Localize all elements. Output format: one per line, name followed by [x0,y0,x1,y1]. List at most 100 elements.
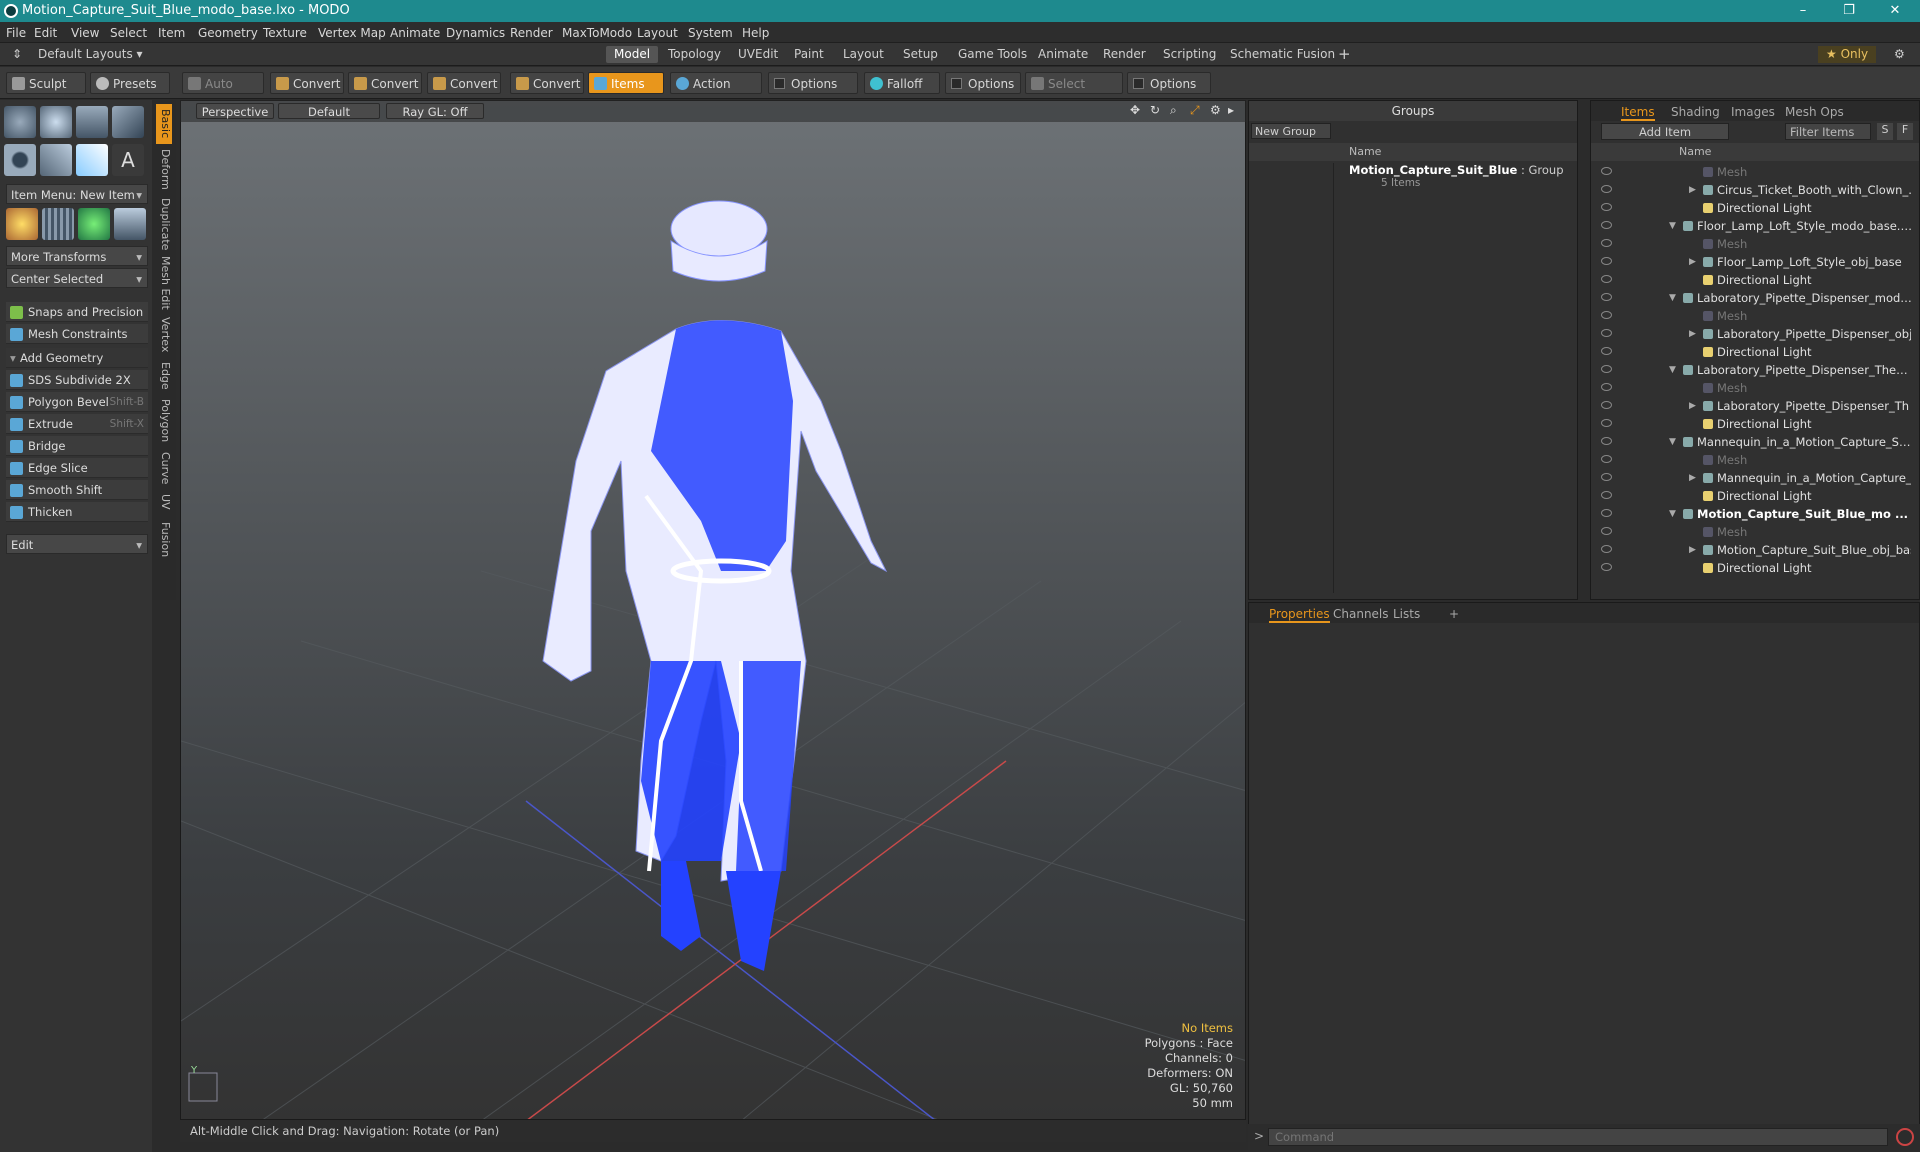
item-tree-row[interactable]: ▼ Mannequin_in_a_Motion_Capture_Su... [1591,433,1911,451]
item-tree-row[interactable]: Mesh [1591,523,1911,541]
menu-layout[interactable]: Layout [637,26,678,40]
visibility-eye-icon[interactable] [1601,401,1612,409]
transform-tool-icon[interactable] [6,208,38,240]
add-properties-tab[interactable]: + [1449,605,1459,623]
smooth-shift-button[interactable]: Smooth Shift [6,480,148,500]
item-tree-row[interactable]: ▼ Laboratory_Pipette_Dispenser_Ther ... [1591,361,1911,379]
add-geometry-header[interactable]: ▾ Add Geometry [6,348,148,368]
tab-render[interactable]: Render [1095,46,1154,63]
item-tree-row[interactable]: ▼ Floor_Lamp_Loft_Style_modo_base.lxo [1591,217,1911,235]
gear-icon[interactable]: ⚙ [1886,46,1913,63]
tab-uv[interactable]: UV [156,490,172,514]
item-tree-row[interactable]: Directional Light [1591,199,1911,217]
tab-game-tools[interactable]: Game Tools [950,46,1035,63]
visibility-eye-icon[interactable] [1601,365,1612,373]
tab-images[interactable]: Images [1731,103,1775,121]
select-through-options[interactable]: Options [1127,72,1211,94]
expand-arrow-icon[interactable]: ▶ [1689,325,1696,343]
item-tree-row[interactable]: ▶ Motion_Capture_Suit_Blue_obj_base [1591,541,1911,559]
group-row[interactable]: Motion_Capture_Suit_Blue : Group [1349,163,1564,177]
tab-setup[interactable]: Setup [895,46,946,63]
fit-icon[interactable]: ⤢ [1190,103,1200,118]
tab-channels[interactable]: Channels [1333,605,1389,623]
viewport-menu-icon[interactable]: ▸ [1228,103,1234,117]
menu-maxtomodo[interactable]: MaxToModo [562,26,632,40]
tab-duplicate[interactable]: Duplicate [156,196,172,252]
edge-slice-button[interactable]: Edge Slice [6,458,148,478]
sds-subdivide-button[interactable]: SDS Subdivide 2X [6,370,148,390]
visibility-eye-icon[interactable] [1601,239,1612,247]
tab-deform[interactable]: Deform [156,148,172,190]
pyramid-tool-icon[interactable] [114,208,146,240]
visibility-eye-icon[interactable] [1601,509,1612,517]
item-tree-row[interactable]: ▶ Laboratory_Pipette_Dispenser_obj... [1591,325,1911,343]
tab-scripting[interactable]: Scripting [1155,46,1224,63]
menu-texture[interactable]: Texture [263,26,307,40]
convert-vertex-button[interactable]: Convert [270,72,344,94]
visibility-eye-icon[interactable] [1601,293,1612,301]
tab-paint[interactable]: Paint [786,46,832,63]
item-tree-row[interactable]: ▶ Mannequin_in_a_Motion_Capture_... [1591,469,1911,487]
extrude-button[interactable]: Extrude Shift-X [6,414,148,434]
cone-primitive-icon[interactable] [112,106,144,138]
menu-geometry[interactable]: Geometry [198,26,258,40]
expand-arrow-icon[interactable]: ▶ [1689,541,1696,559]
tab-model[interactable]: Model [606,46,659,63]
close-button[interactable]: ✕ [1872,0,1918,22]
expand-arrow-icon[interactable]: ▶ [1689,469,1696,487]
menu-system[interactable]: System [688,26,733,40]
command-input[interactable] [1268,1128,1888,1146]
menu-select[interactable]: Select [110,26,147,40]
falloff-options[interactable]: Options [945,72,1021,94]
visibility-eye-icon[interactable] [1601,203,1612,211]
array-tool-icon[interactable] [42,208,74,240]
mesh-constraints-button[interactable]: Mesh Constraints [6,324,148,344]
auto-select-button[interactable]: Auto Select [182,72,264,113]
pen-tool-icon[interactable] [76,144,108,176]
item-tree-row[interactable]: Directional Light [1591,415,1911,433]
add-item-dropdown[interactable]: Add Item [1601,123,1729,140]
presets-button[interactable]: Presets F6 [90,72,170,113]
falloff-button[interactable]: Falloff [864,72,940,94]
more-transforms-dropdown[interactable]: More Transforms [6,246,148,267]
convert-polygon-button[interactable]: Convert [427,72,501,94]
menu-file[interactable]: File [6,26,26,40]
item-tree-row[interactable]: Directional Light [1591,343,1911,361]
sculpt-button[interactable]: Sculpt [6,72,86,94]
menu-render[interactable]: Render [510,26,553,40]
filter-s-button[interactable]: S [1877,123,1893,140]
center-selected-dropdown[interactable]: Center Selected [6,268,148,289]
torus-primitive-icon[interactable] [4,144,36,176]
item-tree-row[interactable]: Mesh [1591,451,1911,469]
expand-arrow-icon[interactable]: ▶ [1689,181,1696,199]
item-tree-row[interactable]: Directional Light [1591,271,1911,289]
motion-capture-suit-model[interactable] [542,200,888,971]
items-mode-button[interactable]: Items [588,72,664,94]
tab-mesh-edit[interactable]: Mesh Edit [156,256,172,310]
record-icon[interactable] [1896,1128,1914,1146]
filter-f-button[interactable]: F [1897,123,1913,140]
tab-basic[interactable]: Basic [156,104,172,144]
visibility-eye-icon[interactable] [1601,545,1612,553]
menu-help[interactable]: Help [742,26,769,40]
tab-fusion[interactable]: Fusion [156,520,172,560]
collapse-arrow-icon[interactable]: ▼ [1669,361,1676,379]
visibility-eye-icon[interactable] [1601,473,1612,481]
only-toggle[interactable]: ★ Only [1818,46,1877,63]
collapse-arrow-icon[interactable]: ▼ [1669,217,1676,235]
tab-edge[interactable]: Edge [156,360,172,392]
visibility-eye-icon[interactable] [1601,257,1612,265]
deform-tool-icon[interactable] [78,208,110,240]
menu-view[interactable]: View [71,26,99,40]
tab-schematic-fusion[interactable]: Schematic Fusion [1222,46,1343,63]
tab-uvedit[interactable]: UVEdit [730,46,786,63]
shading-dropdown[interactable]: Default [278,103,380,119]
item-tree-row[interactable]: ▼ Laboratory_Pipette_Dispenser_modo... [1591,289,1911,307]
visibility-eye-icon[interactable] [1601,221,1612,229]
visibility-eye-icon[interactable] [1601,275,1612,283]
tab-curve[interactable]: Curve [156,450,172,486]
menu-dynamics[interactable]: Dynamics [446,26,505,40]
restore-button[interactable]: ❐ [1826,0,1872,22]
tab-properties[interactable]: Properties [1269,605,1330,623]
tab-topology[interactable]: Topology [660,46,729,63]
